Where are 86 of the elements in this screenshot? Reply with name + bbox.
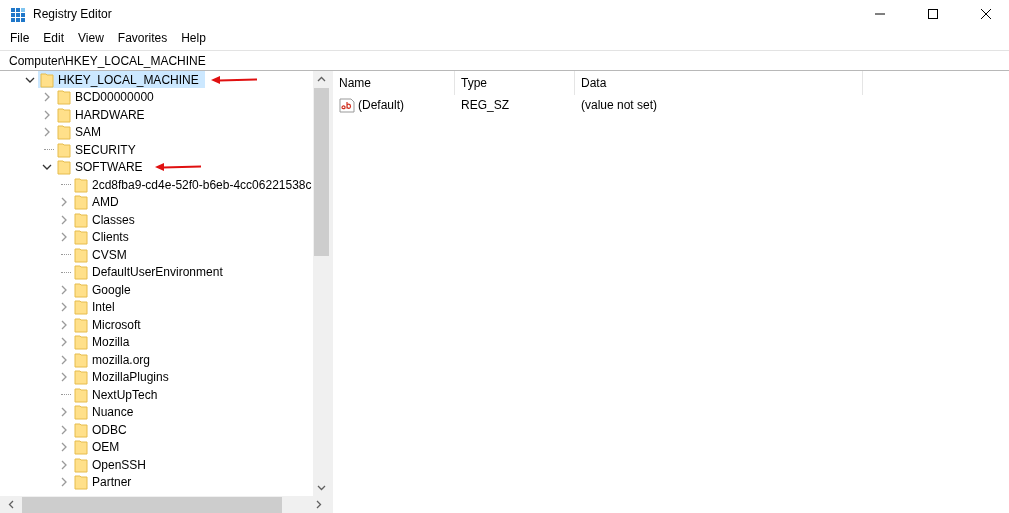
column-header[interactable]: Type <box>455 71 575 95</box>
tree-item[interactable]: CVSM <box>72 246 133 264</box>
tree-item[interactable]: HARDWARE <box>55 106 151 124</box>
chevron-right-icon[interactable] <box>59 232 69 243</box>
tree-item[interactable]: Partner <box>72 473 138 491</box>
column-header[interactable]: Data <box>575 71 863 95</box>
chevron-right-icon[interactable] <box>59 372 69 383</box>
tree-item[interactable]: Microsoft <box>72 316 147 334</box>
folder-icon <box>74 211 88 228</box>
chevron-right-icon[interactable] <box>59 214 69 225</box>
arrow-annotation <box>210 75 257 84</box>
folder-icon <box>74 264 88 281</box>
tree-item[interactable]: 2cd8fba9-cd4e-52f0-b6eb-4cc06221538c <box>72 176 313 194</box>
horizontal-scrollbar[interactable] <box>0 496 330 513</box>
tree-item[interactable]: Nuance <box>72 403 140 421</box>
tree-item[interactable]: Mozilla <box>72 333 136 351</box>
chevron-right-icon[interactable] <box>59 407 69 418</box>
chevron-right-icon[interactable] <box>42 92 52 103</box>
tree-item[interactable]: Clients <box>72 228 135 246</box>
maximize-icon <box>928 9 938 19</box>
string-value-icon <box>339 97 355 113</box>
value-type: REG_SZ <box>461 98 509 112</box>
chevron-right-icon[interactable] <box>59 319 69 330</box>
chevron-right-icon[interactable] <box>59 284 69 295</box>
chevron-right-icon[interactable] <box>42 109 52 120</box>
chevron-right-icon[interactable] <box>59 459 69 470</box>
folder-icon <box>74 246 88 263</box>
tree-item[interactable]: Intel <box>72 298 121 316</box>
chevron-right-icon[interactable] <box>59 354 69 365</box>
tree-item[interactable]: OEM <box>72 438 126 456</box>
value-data: (value not set) <box>581 98 658 112</box>
folder-icon <box>57 106 71 123</box>
address-field[interactable]: Computer\HKEY_LOCAL_MACHINE <box>0 50 1009 71</box>
tree-item[interactable]: DefaultUserEnvironment <box>72 263 229 281</box>
folder-icon <box>74 474 88 491</box>
close-icon <box>981 9 991 19</box>
folder-icon <box>57 89 71 106</box>
tree-item[interactable]: SECURITY <box>55 141 142 159</box>
folder-icon <box>57 159 71 176</box>
window-title: Registry Editor <box>33 7 113 21</box>
chevron-right-icon[interactable] <box>42 127 52 138</box>
folder-icon <box>74 334 88 351</box>
folder-icon <box>74 299 88 316</box>
folder-icon <box>57 141 71 158</box>
menu-item[interactable]: File <box>3 28 37 48</box>
tree-item[interactable]: Classes <box>72 211 141 229</box>
vertical-scrollbar[interactable] <box>313 71 330 496</box>
tree-item[interactable]: ODBC <box>72 421 133 439</box>
folder-icon <box>74 194 88 211</box>
folder-icon <box>74 176 88 193</box>
folder-icon <box>74 456 88 473</box>
chevron-right-icon[interactable] <box>59 424 69 435</box>
folder-icon <box>40 71 54 88</box>
arrow-annotation <box>154 163 201 172</box>
folder-icon <box>57 124 71 141</box>
chevron-right-icon[interactable] <box>59 337 69 348</box>
menu-item[interactable]: Help <box>174 28 213 48</box>
folder-icon <box>74 369 88 386</box>
folder-icon <box>74 421 88 438</box>
tree-item[interactable]: AMD <box>72 193 125 211</box>
value-name: (Default) <box>358 98 404 112</box>
tree-item[interactable]: HKEY_LOCAL_MACHINE <box>38 71 205 89</box>
folder-icon <box>74 229 88 246</box>
tree-item[interactable]: MozillaPlugins <box>72 368 175 386</box>
folder-icon <box>74 316 88 333</box>
tree-item[interactable]: SAM <box>55 123 107 141</box>
tree-item[interactable]: mozilla.org <box>72 351 157 369</box>
folder-icon <box>74 351 88 368</box>
chevron-right-icon[interactable] <box>59 442 69 453</box>
chevron-right-icon[interactable] <box>59 302 69 313</box>
tree-item[interactable]: BCD00000000 <box>55 88 160 106</box>
folder-icon <box>74 404 88 421</box>
chevron-right-icon[interactable] <box>59 197 69 208</box>
tree-item[interactable]: Google <box>72 281 137 299</box>
menu-item[interactable]: Favorites <box>110 28 175 48</box>
menu-item[interactable]: Edit <box>36 28 72 48</box>
tree-item[interactable]: NextUpTech <box>72 386 164 404</box>
folder-icon <box>74 386 88 403</box>
tree-item[interactable]: SOFTWARE <box>55 158 149 176</box>
column-header[interactable]: Name <box>333 71 455 95</box>
chevron-right-icon[interactable] <box>59 477 69 488</box>
tree-item[interactable]: OpenSSH <box>72 456 153 474</box>
folder-icon <box>74 281 88 298</box>
menu-item[interactable]: View <box>71 28 111 48</box>
folder-icon <box>74 439 88 456</box>
app-icon <box>10 6 26 22</box>
